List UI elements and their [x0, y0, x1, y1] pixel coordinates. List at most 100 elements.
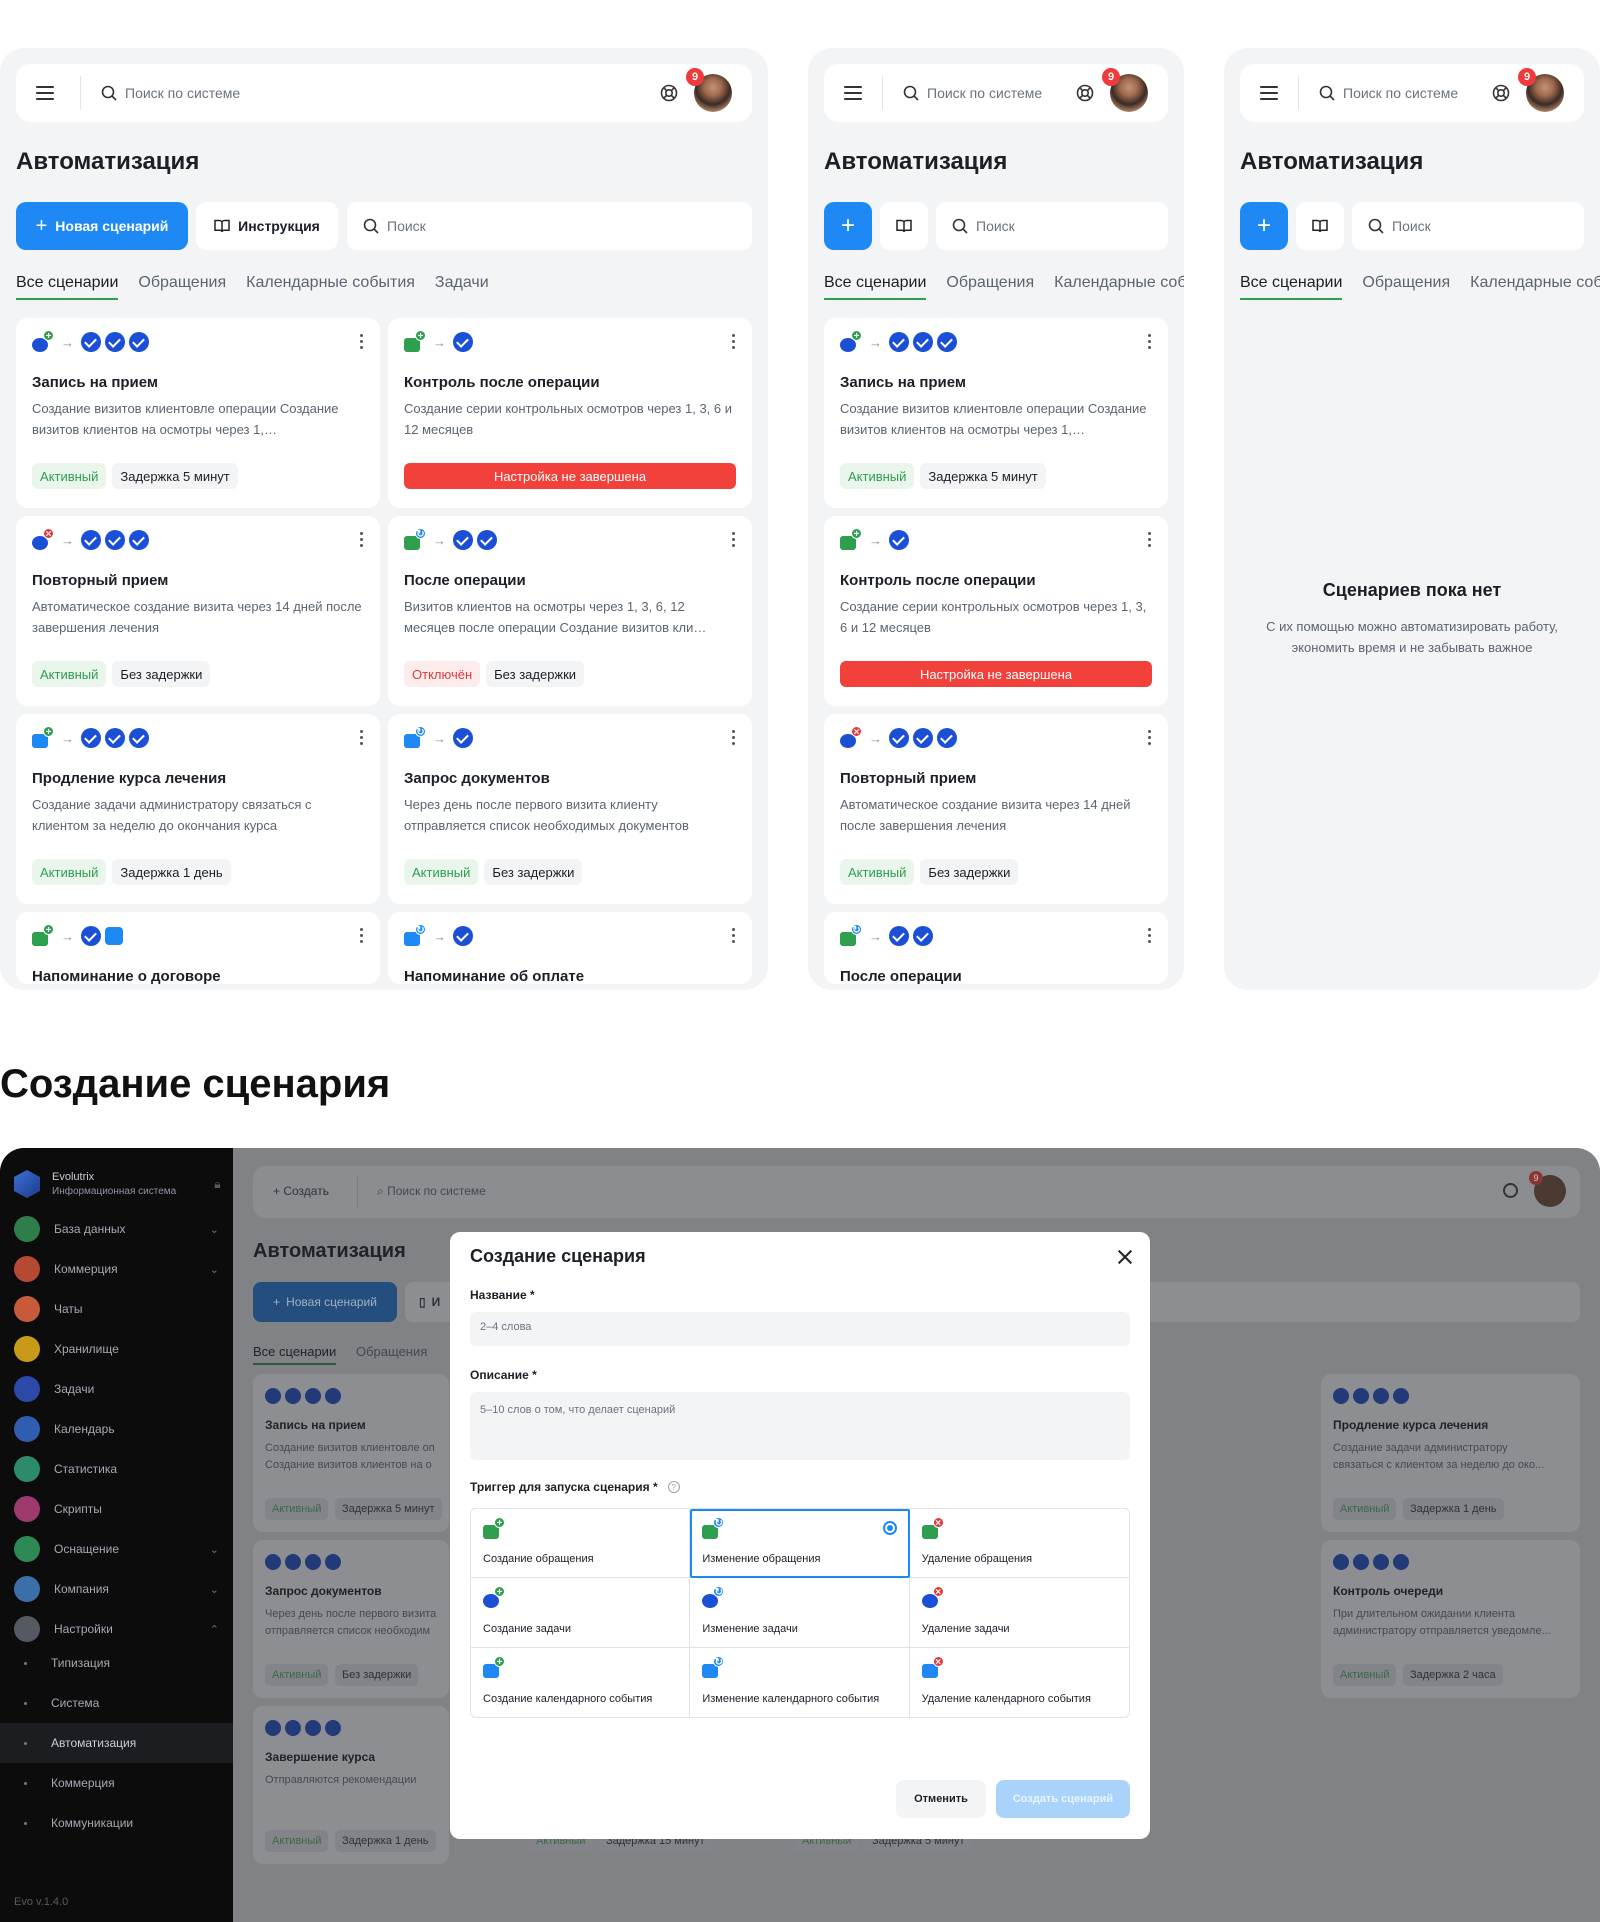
chevron-icon[interactable]: ⌄ — [210, 1223, 219, 1236]
scenario-card[interactable]: ↻ → Напоминание об оплате — [388, 912, 752, 984]
more-icon[interactable] — [1148, 334, 1152, 350]
tab-requests[interactable]: Обращения — [138, 274, 226, 300]
avatar[interactable]: 9 — [1518, 68, 1564, 112]
avatar[interactable]: 9 — [1529, 1171, 1566, 1207]
scenario-card[interactable]: + → Контроль после операции Создание серии … — [388, 318, 752, 508]
new-scenario-button[interactable]: + — [1240, 202, 1288, 250]
chevron-icon[interactable]: ⌃ — [210, 1623, 219, 1636]
close-icon[interactable] — [1118, 1250, 1132, 1264]
sidebar-item[interactable]: Статистика — [14, 1456, 219, 1482]
more-icon[interactable] — [360, 928, 364, 944]
scenario-card[interactable]: ↻ → После операции — [824, 912, 1168, 984]
scenario-card-dimmed[interactable]: Запрос документов Через день после первог… — [253, 1540, 449, 1698]
instruction-button[interactable] — [1296, 202, 1344, 250]
sidebar-item[interactable]: Хранилище — [14, 1336, 219, 1362]
instruction-button[interactable]: Инструкция — [196, 202, 338, 250]
chevron-icon[interactable]: ⌄ — [210, 1583, 219, 1596]
tab-requests[interactable]: Обращения — [946, 274, 1034, 300]
more-icon[interactable] — [1148, 532, 1152, 548]
status-badge[interactable]: Настройка не завершена — [840, 661, 1152, 687]
scenario-card[interactable]: + → Продление курса лечения Создание задачи… — [16, 714, 380, 904]
trigger-option[interactable]: + Создание задачи — [471, 1578, 691, 1648]
scenario-card[interactable]: + → Запись на прием Создание визитов клиент… — [16, 318, 380, 508]
tab-requests[interactable]: Обращения — [356, 1344, 427, 1359]
help-icon[interactable]: ? — [667, 1481, 680, 1493]
menu-icon[interactable] — [1260, 86, 1278, 100]
more-icon[interactable] — [360, 730, 364, 746]
new-scenario-button[interactable]: + — [824, 202, 872, 250]
global-search[interactable]: ⌕ Поиск по системе — [377, 1184, 486, 1199]
global-search[interactable]: Поиск по системе — [903, 85, 1076, 101]
scenario-card-dimmed[interactable]: Запись на прием Создание визитов клиентов… — [253, 1374, 449, 1532]
more-icon[interactable] — [360, 334, 364, 350]
cancel-button[interactable]: Отменить — [896, 1780, 986, 1818]
sidebar-item[interactable]: Коммерция ⌄ — [14, 1256, 219, 1282]
status-badge[interactable]: Настройка не завершена — [404, 463, 736, 489]
sidebar-subitem[interactable]: Коммерция — [24, 1776, 115, 1790]
sidebar-subitem[interactable]: Коммуникации — [24, 1816, 133, 1830]
scenario-card[interactable]: + → Напоминание о договоре — [16, 912, 380, 984]
more-icon[interactable] — [360, 532, 364, 548]
lock-icon[interactable]: 🔒︎ — [214, 1177, 220, 1192]
scenario-card-dimmed[interactable]: Продление курса лечения Создание задачи а… — [1321, 1374, 1580, 1532]
scenario-card[interactable]: × → Повторный прием Автоматическое создание… — [824, 714, 1168, 904]
trigger-option[interactable]: ↻ Изменение задачи — [690, 1578, 910, 1648]
menu-icon[interactable] — [36, 86, 54, 100]
scenario-card[interactable]: ↻ → Запрос документов Через день после перв… — [388, 714, 752, 904]
support-icon[interactable] — [1503, 1183, 1518, 1198]
sidebar-item[interactable]: Скрипты — [14, 1496, 219, 1522]
scenario-card-dimmed[interactable]: Контроль очереди При длительном ожидании … — [1321, 1540, 1580, 1698]
tab-all[interactable]: Все сценарии — [1240, 274, 1343, 300]
trigger-option[interactable]: ↻ Изменение обращения — [690, 1509, 910, 1579]
sidebar-item[interactable]: Чаты — [14, 1296, 219, 1322]
global-search[interactable]: Поиск по системе — [1319, 85, 1492, 101]
trigger-option[interactable]: × Удаление календарного события — [910, 1648, 1129, 1717]
tab-calendar-events[interactable]: Календарные события — [1054, 274, 1184, 300]
tab-all[interactable]: Все сценарии — [16, 274, 119, 300]
scenario-card[interactable]: + → Контроль после операции Создание серии … — [824, 516, 1168, 706]
new-scenario-button[interactable]: + Новая сценарий — [16, 202, 188, 250]
more-icon[interactable] — [1148, 730, 1152, 746]
tab-calendar-events[interactable]: Календарные события — [246, 274, 415, 300]
more-icon[interactable] — [732, 730, 736, 746]
scenario-search[interactable]: Поиск — [1352, 202, 1584, 250]
scenario-card[interactable]: ↻ → После операции Визитов клиентов на осмо… — [388, 516, 752, 706]
trigger-option[interactable]: + Создание обращения — [471, 1509, 691, 1579]
support-icon[interactable] — [1492, 84, 1510, 102]
sidebar-item[interactable]: Компания ⌄ — [14, 1576, 219, 1602]
support-icon[interactable] — [660, 84, 678, 102]
tab-all[interactable]: Все сценарии — [253, 1344, 337, 1365]
new-scenario-button[interactable]: + Новая сценарий — [253, 1282, 397, 1322]
create-scenario-button[interactable]: Создать сценарий — [996, 1780, 1130, 1818]
chevron-icon[interactable]: ⌄ — [210, 1543, 219, 1556]
description-field[interactable]: 5–10 слов о том, что делает сценарий — [470, 1392, 1130, 1460]
more-icon[interactable] — [1148, 928, 1152, 944]
trigger-option[interactable]: + Создание календарного события — [471, 1647, 691, 1717]
sidebar-item[interactable]: Оснащение ⌄ — [14, 1536, 219, 1562]
trigger-option[interactable]: ↻ Изменение календарного события — [690, 1647, 910, 1717]
sidebar-subitem[interactable]: Система — [24, 1696, 99, 1710]
scenario-card[interactable]: × → Повторный прием Автоматическое создание… — [16, 516, 380, 706]
more-icon[interactable] — [732, 928, 736, 944]
avatar[interactable]: 9 — [686, 68, 732, 112]
sidebar-subitem[interactable]: Автоматизация — [24, 1736, 136, 1750]
create-button[interactable]: + Создать — [273, 1184, 329, 1198]
trigger-option[interactable]: × Удаление обращения — [909, 1509, 1129, 1579]
more-icon[interactable] — [732, 532, 736, 548]
instruction-button[interactable] — [880, 202, 928, 250]
chevron-icon[interactable]: ⌄ — [210, 1263, 219, 1276]
sidebar-item[interactable]: Настройки ⌃ — [14, 1616, 219, 1642]
sidebar-item[interactable]: Задачи — [14, 1376, 219, 1402]
name-field[interactable]: 2–4 слова — [470, 1312, 1130, 1346]
avatar[interactable]: 9 — [1102, 68, 1148, 112]
global-search[interactable]: Поиск по системе — [101, 85, 660, 101]
sidebar-subitem[interactable]: Типизация — [24, 1656, 110, 1670]
scenario-search[interactable]: Поиск — [936, 202, 1168, 250]
scenario-card-dimmed[interactable]: Завершение курса Отправляются рекомендаци… — [253, 1706, 449, 1864]
support-icon[interactable] — [1076, 84, 1094, 102]
scenario-search[interactable]: Поиск — [347, 202, 752, 250]
trigger-option[interactable]: × Удаление задачи — [909, 1578, 1129, 1648]
tab-requests[interactable]: Обращения — [1362, 274, 1450, 300]
menu-icon[interactable] — [844, 86, 862, 100]
tab-all[interactable]: Все сценарии — [824, 274, 927, 300]
